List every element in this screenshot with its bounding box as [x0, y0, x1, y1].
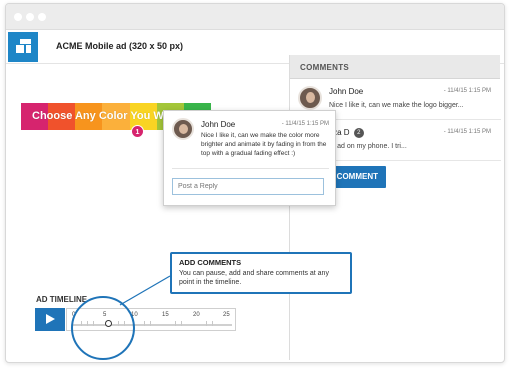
timeline-label: AD TIMELINE: [36, 295, 88, 304]
tooltip-title: ADD COMMENTS: [179, 258, 242, 267]
play-button[interactable]: [35, 308, 65, 331]
add-comments-tooltip: ADD COMMENTS You can pause, add and shar…: [170, 252, 352, 294]
comment-time: - 11/4/15 1:15 PM: [443, 88, 491, 94]
popup-text: Nice I like it, can we make the color mo…: [201, 132, 327, 157]
popup-time: - 11/4/15 1:15 PM: [281, 121, 329, 127]
page-title: ACME Mobile ad (320 x 50 px): [56, 41, 184, 51]
window-dot-icon: [26, 13, 34, 21]
tick-label: 15: [162, 312, 169, 318]
comment-popup: John Doe - 11/4/15 1:15 PM Nice I like i…: [163, 110, 336, 206]
avatar: [298, 86, 322, 110]
ad-banner-text: Choose Any Color You W: [32, 110, 164, 122]
tick-label: 25: [223, 312, 230, 318]
brand-logo-icon[interactable]: [8, 32, 38, 62]
window-dot-icon: [14, 13, 22, 21]
comments-panel: COMMENTS John Doe - 11/4/15 1:15 PM Nice…: [278, 55, 501, 360]
comment-author: John Doe: [329, 87, 364, 96]
tooltip-text: You can pause, add and share comments at…: [179, 270, 329, 286]
highlight-circle: [71, 296, 135, 360]
comments-header: COMMENTS: [290, 55, 500, 79]
window-titlebar: [6, 4, 504, 30]
reply-count-badge: 2: [353, 128, 364, 138]
divider: [172, 168, 329, 169]
tick-label: 20: [193, 312, 200, 318]
window-dot-icon: [38, 13, 46, 21]
comment-text: Nice I like it, can we make the logo big…: [329, 102, 464, 109]
comment-marker[interactable]: 1: [131, 125, 144, 138]
avatar: [172, 118, 194, 140]
reply-input[interactable]: [172, 178, 324, 195]
popup-author: John Doe: [201, 120, 236, 129]
play-icon: [46, 314, 55, 324]
comment-time: - 11/4/15 1:15 PM: [443, 129, 491, 135]
